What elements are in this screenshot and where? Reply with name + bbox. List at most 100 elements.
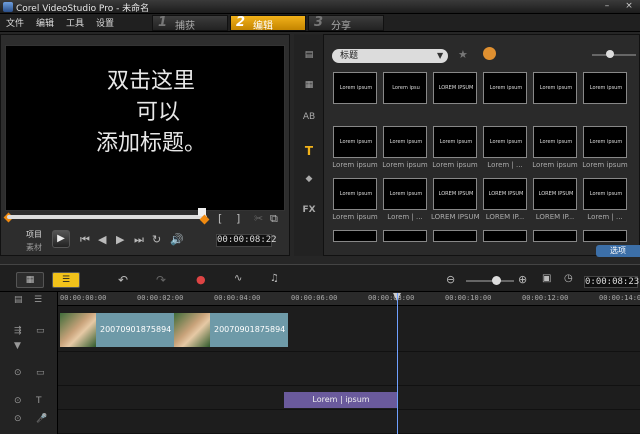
storyboard-view-icon[interactable]: ▦ — [16, 272, 44, 288]
clock-icon: ◷ — [564, 273, 573, 284]
title-preset-tile[interactable]: Lorem ipsum — [383, 178, 427, 210]
zoom-slider[interactable] — [466, 280, 514, 282]
transition-icon[interactable]: AB — [300, 112, 318, 126]
title-preset-tile[interactable]: LOREM IPSUM — [483, 178, 527, 210]
title-preset-tile[interactable]: Lorem ipsum — [583, 72, 627, 104]
mark-out-icon[interactable]: ] — [236, 212, 240, 225]
title-preset-tile[interactable]: Lorem ipsum — [483, 126, 527, 158]
title-preset-caption: Lorem | ... — [487, 161, 523, 169]
auto-music-icon[interactable]: ♫ — [270, 273, 279, 284]
title-preset-text: Lorem ipsum — [589, 85, 623, 91]
voice-track[interactable] — [58, 410, 640, 434]
next-frame-icon[interactable]: ▶ — [116, 233, 124, 246]
title-preset-tile[interactable] — [483, 230, 527, 242]
title-preset-tile[interactable]: LOREM IPSUM — [433, 178, 477, 210]
step-label: 分享 — [331, 21, 351, 32]
title-preset-text: Lorem ipsum — [489, 139, 523, 145]
split-clip-icon[interactable]: ✂ — [254, 212, 263, 225]
preview-timecode[interactable]: 00:00:08:22 — [216, 234, 277, 247]
chevron-down-icon[interactable]: ▼ — [14, 341, 21, 351]
video-clip[interactable]: 20070901875894 — [210, 313, 288, 347]
title-preset-tile[interactable]: Lorem ipsu — [383, 72, 427, 104]
zoom-handle[interactable] — [492, 276, 501, 285]
chapter-point-icon[interactable]: ☰ — [34, 295, 42, 305]
end-icon[interactable]: ⏭ — [134, 233, 144, 247]
close-button[interactable]: × — [622, 1, 636, 12]
record-capture-icon[interactable]: ● — [196, 273, 206, 286]
track-manager-icon[interactable]: ▤ — [14, 295, 23, 305]
zoom-in-icon[interactable]: ⊕ — [518, 273, 527, 286]
title-preset-tile[interactable]: Lorem ipsum — [383, 126, 427, 158]
volume-icon[interactable]: 🔊 — [170, 233, 184, 246]
timeline-timecode[interactable]: 0:00:08:23 — [584, 276, 639, 288]
step-capture-tab[interactable]: 1 捕获 — [152, 15, 228, 32]
playhead-line — [397, 293, 398, 434]
overlay-track[interactable] — [58, 352, 640, 386]
timeline-view-icon[interactable]: ☰ — [52, 272, 80, 288]
title-lock-icon[interactable]: ⊙ — [14, 396, 22, 406]
title-icon[interactable]: T — [300, 144, 318, 158]
title-clip[interactable]: Lorem | ipsum — [284, 392, 398, 408]
title-preset-tile[interactable]: Lorem ipsum — [333, 72, 377, 104]
enlarge-preview-icon[interactable]: ⧉ — [270, 212, 278, 226]
preview-screen[interactable]: 双击这里 可以 添加标题。 — [5, 45, 285, 211]
color-icon[interactable] — [483, 47, 496, 60]
overlay-lock-icon[interactable]: ⊙ — [14, 368, 22, 378]
video-clip[interactable]: 20070901875894 — [96, 313, 174, 347]
title-preset-tile[interactable]: Lorem ipsum — [583, 178, 627, 210]
title-preset-tile[interactable] — [333, 230, 377, 242]
zoom-out-icon[interactable]: ⊖ — [446, 273, 455, 286]
sound-mixer-icon[interactable]: ∿ — [234, 273, 242, 284]
options-tab[interactable]: 选项 — [596, 245, 640, 257]
undo-icon[interactable]: ↶ — [118, 273, 128, 287]
title-preset-tile[interactable]: LOREM IPSUM — [433, 72, 477, 104]
title-preset-tile[interactable]: Lorem ipsum — [333, 126, 377, 158]
title-preset-tile[interactable]: Lorem ipsum — [533, 72, 577, 104]
title-preset-tile[interactable]: Lorem ipsum — [583, 126, 627, 158]
media-icon[interactable]: ▤ — [300, 50, 318, 64]
clip-thumbnail — [174, 313, 210, 347]
preview-title-text[interactable]: 双击这里 可以 添加标题。 — [66, 66, 236, 159]
add-favorite-icon[interactable]: ★ — [458, 48, 468, 61]
title-preset-tile[interactable]: LOREM IPSUM — [533, 178, 577, 210]
title-preset-text: Lorem ipsu — [392, 85, 420, 91]
play-button[interactable]: ▶ — [52, 230, 70, 248]
home-icon[interactable]: ⏮ — [80, 233, 90, 247]
title-preset-tile[interactable]: Lorem ipsum — [333, 178, 377, 210]
previous-frame-icon[interactable]: ◀ — [98, 233, 106, 246]
ruler-tick-label: 00:00:04:00 — [214, 294, 261, 302]
step-share-tab[interactable]: 3 分享 — [308, 15, 384, 32]
chevron-down-icon[interactable]: ▼ — [437, 51, 443, 60]
title-preset-tile[interactable] — [583, 230, 627, 242]
repeat-icon[interactable]: ↻ — [152, 233, 161, 246]
scrubber-bar[interactable] — [7, 215, 207, 219]
category-dropdown[interactable]: 标题 — [332, 49, 448, 63]
title-preset-tile[interactable]: Lorem ipsum — [483, 72, 527, 104]
mark-in-icon[interactable]: [ — [218, 212, 222, 225]
menu-tools[interactable]: 工具 — [66, 16, 84, 29]
mode-project-label[interactable]: 项目 — [26, 229, 42, 240]
redo-icon[interactable]: ↷ — [156, 273, 166, 287]
thumbnail-size-slider[interactable] — [592, 54, 636, 56]
filter-icon[interactable]: FX — [300, 205, 318, 219]
minimize-button[interactable]: – — [600, 1, 614, 12]
title-preset-tile[interactable] — [383, 230, 427, 242]
instant-project-icon[interactable]: ▦ — [300, 80, 318, 94]
mode-clip-label[interactable]: 素材 — [26, 242, 42, 253]
title-preset-tile[interactable] — [433, 230, 477, 242]
title-preset-caption: Lorem ipsum — [382, 161, 428, 169]
thumbnail-size-handle[interactable] — [606, 50, 614, 58]
menu-file[interactable]: 文件 — [6, 16, 24, 29]
title-preset-tile[interactable]: Lorem ipsum — [533, 126, 577, 158]
menu-settings[interactable]: 设置 — [96, 16, 114, 29]
step-edit-tab[interactable]: 2 编辑 — [230, 15, 306, 32]
title-preset-tile[interactable]: Lorem ipsum — [433, 126, 477, 158]
track-header-column — [0, 292, 58, 434]
title-preset-text: LOREM IPSUM — [438, 191, 474, 197]
fit-project-icon[interactable]: ▣ — [542, 273, 551, 284]
title-preset-tile[interactable] — [533, 230, 577, 242]
menu-edit[interactable]: 编辑 — [36, 16, 54, 29]
voice-lock-icon[interactable]: ⊙ — [14, 414, 22, 424]
ripple-edit-icon[interactable]: ⇶ — [14, 326, 22, 336]
graphic-icon[interactable]: ◆ — [300, 174, 318, 188]
